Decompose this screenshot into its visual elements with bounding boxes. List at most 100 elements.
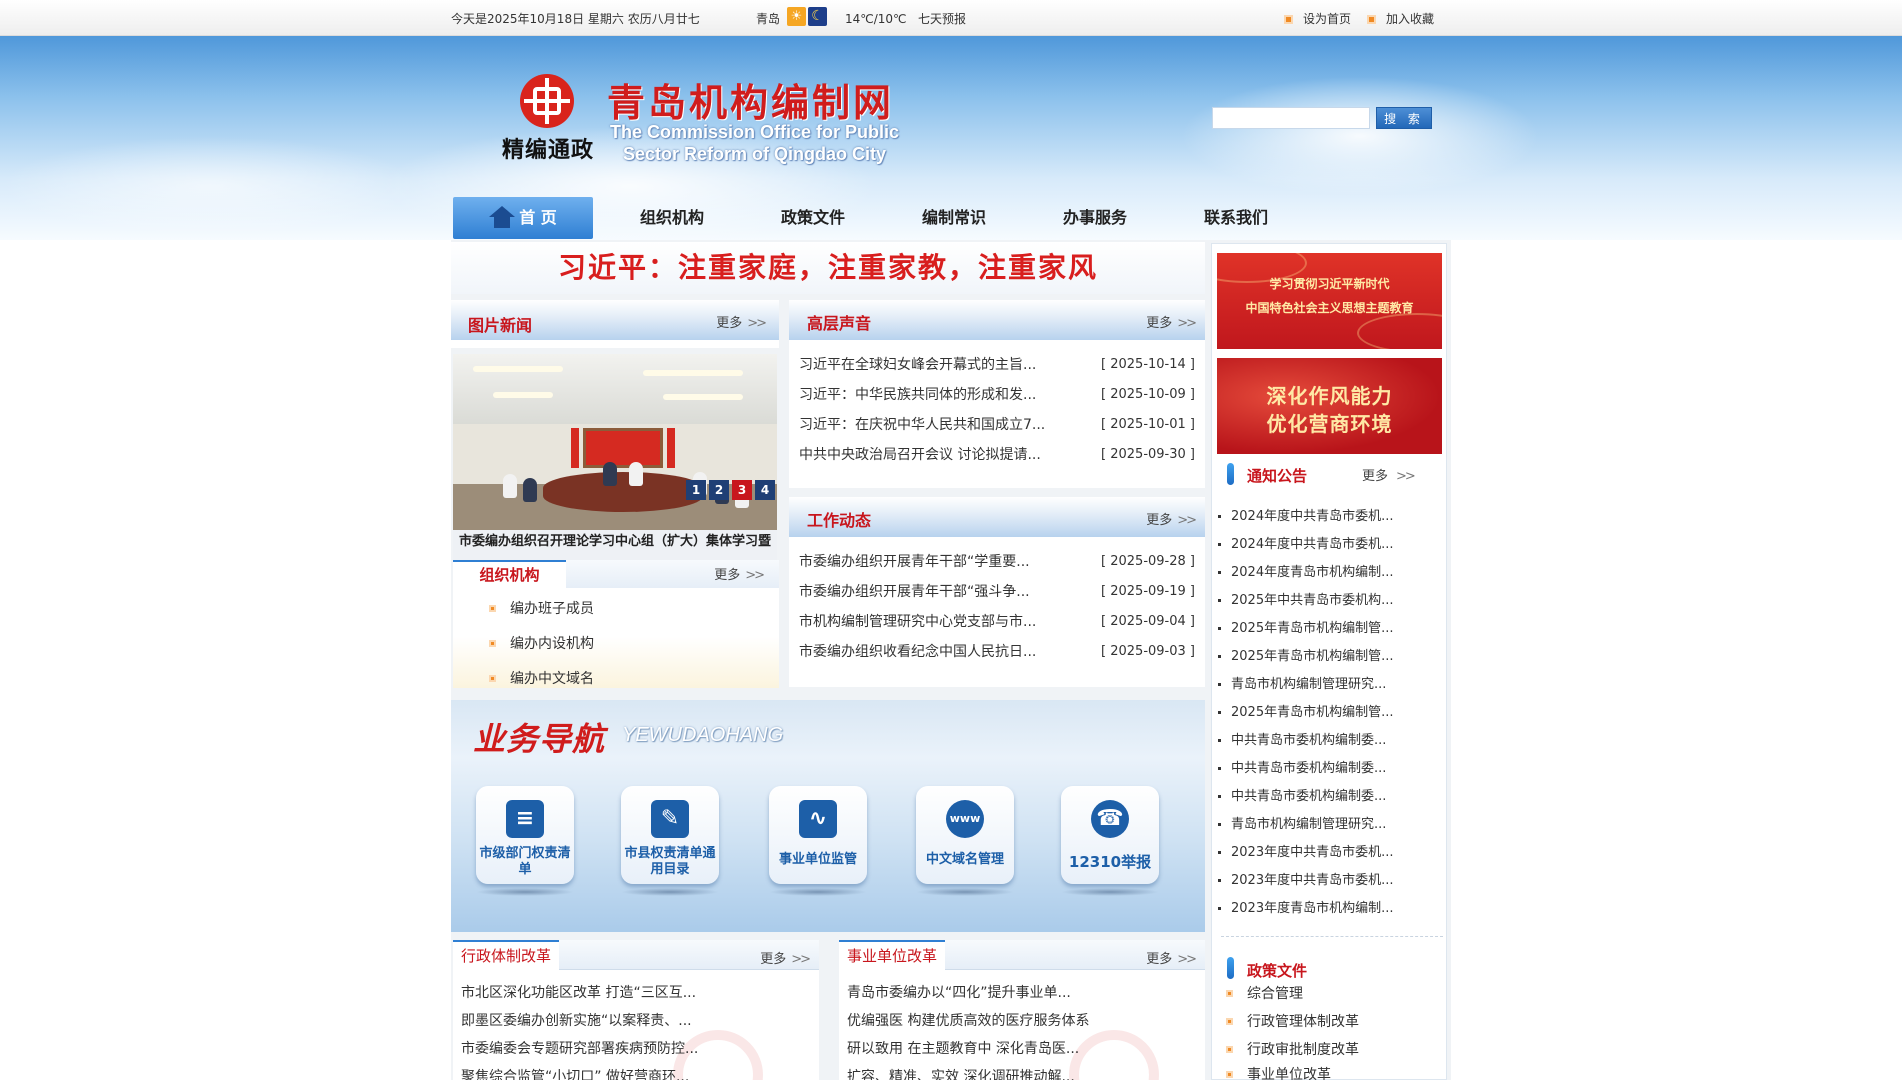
list-item[interactable]: 即墨区委编办创新实施“以案释责、...	[461, 1010, 692, 1030]
notice-item[interactable]: 中共青岛市委机构编制委...	[1218, 757, 1386, 776]
add-favorite-link[interactable]: 加入收藏	[1367, 10, 1434, 27]
biz-card-public-institution-supervision[interactable]: ∿ 事业单位监管	[769, 786, 867, 884]
notice-item[interactable]: 2023年度青岛市机构编制...	[1218, 897, 1393, 916]
notice-item-label: 2025年青岛市机构编制管...	[1231, 621, 1394, 636]
admin-reform-more-link[interactable]: 更多 >>	[760, 948, 811, 967]
high-level-more-link[interactable]: 更多 >>	[1146, 312, 1197, 331]
notice-item[interactable]: 2025年青岛市机构编制管...	[1218, 617, 1393, 636]
biz-card-municipal-responsibility-list[interactable]: ≡ 市级部门权责清单	[476, 786, 574, 884]
notice-item[interactable]: 2023年度中共青岛市委机...	[1218, 869, 1393, 888]
list-item[interactable]: 优编强医 构建优质高效的医疗服务体系	[847, 1010, 1089, 1030]
bullet-icon	[1218, 823, 1221, 826]
news-photo[interactable]	[453, 354, 777, 530]
bullet-icon	[1226, 1018, 1233, 1025]
policy-item[interactable]: 综合管理	[1226, 983, 1303, 1003]
notice-item[interactable]: 2024年度青岛市机构编制...	[1218, 561, 1393, 580]
organization-tab[interactable]: 组织机构	[453, 560, 566, 588]
notice-item-label: 2025年青岛市机构编制管...	[1231, 649, 1394, 664]
list-item[interactable]: 聚焦综合监管“小切口” 做好营商环...	[461, 1066, 689, 1080]
org-item[interactable]: 编办中文域名	[489, 668, 594, 688]
news-item[interactable]: 中共中央政治局召开会议 讨论拟提请... [ 2025-09-30 ]	[799, 440, 1195, 470]
moon-icon: ☾	[808, 7, 827, 26]
notice-item[interactable]: 中共青岛市委机构编制委...	[1218, 785, 1386, 804]
promo-banner-business-environment[interactable]: 深化作风能力 优化营商环境	[1217, 358, 1442, 454]
notice-item[interactable]: 2025年中共青岛市委机构...	[1218, 589, 1393, 608]
promo-banner-theme-education[interactable]: 学习贯彻习近平新时代 中国特色社会主义思想主题教育	[1217, 253, 1442, 349]
unit-reform-tab[interactable]: 事业单位改革	[839, 940, 946, 970]
list-item[interactable]: 研以致用 在主题教育中 深化青岛医...	[847, 1038, 1079, 1058]
nav-home[interactable]: 首 页	[453, 197, 593, 239]
admin-reform-section: 行政体制改革 更多 >> 市北区深化功能区改革 打造“三区互... 即墨区委编办创…	[453, 940, 819, 1080]
news-item[interactable]: 市委编办组织开展青年干部“学重要... [ 2025-09-28 ]	[799, 547, 1195, 577]
search-input[interactable]	[1212, 107, 1370, 129]
high-level-voice-section: 高层声音 更多 >> 习近平在全球妇女峰会开幕式的主旨... [ 2025-10-1…	[789, 300, 1205, 488]
news-item[interactable]: 习近平在全球妇女峰会开幕式的主旨... [ 2025-10-14 ]	[799, 350, 1195, 380]
biz-card-label: 事业单位监管	[778, 852, 857, 867]
org-item[interactable]: 编办班子成员	[489, 598, 594, 618]
photo-page-2[interactable]: 2	[709, 480, 729, 500]
news-date: [ 2025-09-03 ]	[1101, 644, 1195, 659]
news-item[interactable]: 市委编办组织收看纪念中国人民抗日... [ 2025-09-03 ]	[799, 637, 1195, 667]
policy-item[interactable]: 行政审批制度改革	[1226, 1039, 1359, 1059]
site-title[interactable]: 青岛机构编制网	[607, 72, 894, 127]
notice-item[interactable]: 2025年青岛市机构编制管...	[1218, 701, 1393, 720]
news-item[interactable]: 市委编办组织开展青年干部“强斗争... [ 2025-09-19 ]	[799, 577, 1195, 607]
nav-policy-documents[interactable]: 政策文件	[763, 197, 863, 239]
nav-home-label: 首 页	[519, 208, 557, 227]
photo-page-4[interactable]: 4	[755, 480, 775, 500]
work-news-more-link[interactable]: 更多 >>	[1146, 509, 1197, 528]
notice-item[interactable]: 2024年度中共青岛市委机...	[1218, 505, 1393, 524]
unit-reform-more-link[interactable]: 更多 >>	[1146, 948, 1197, 967]
nav-staffing-knowledge[interactable]: 编制常识	[904, 197, 1004, 239]
set-home-link[interactable]: 设为首页	[1284, 10, 1351, 27]
biz-card-chinese-domain-management[interactable]: www 中文域名管理	[916, 786, 1014, 884]
more-label: 更多	[714, 568, 741, 583]
news-date: [ 2025-10-14 ]	[1101, 357, 1195, 372]
policy-item[interactable]: 行政管理体制改革	[1226, 1011, 1359, 1031]
news-item[interactable]: 市机构编制管理研究中心党支部与市... [ 2025-09-04 ]	[799, 607, 1195, 637]
slogan-banner[interactable]: 习近平：注重家庭，注重家教，注重家风	[451, 242, 1205, 294]
biz-card-general-catalog[interactable]: ✎ 市县权责清单通用目录	[621, 786, 719, 884]
notice-more-link[interactable]: 更多 >>	[1362, 465, 1416, 484]
promo-line: 中国特色社会主义思想主题教育	[1245, 301, 1414, 315]
biz-card-label: 12310举报	[1068, 853, 1152, 871]
bullet-icon	[1218, 767, 1221, 770]
double-chevron-right-icon: >>	[1177, 513, 1197, 528]
list-item[interactable]: 市北区深化功能区改革 打造“三区互...	[461, 982, 696, 1002]
bullet-icon	[1218, 655, 1221, 658]
news-date: [ 2025-09-30 ]	[1101, 447, 1195, 462]
logo-emblem-icon[interactable]	[520, 74, 574, 128]
section-marker-icon	[1227, 957, 1234, 979]
policy-item[interactable]: 事业单位改革	[1226, 1064, 1331, 1080]
list-item[interactable]: 扩容、精准、实效 深化调研推动解...	[847, 1066, 1075, 1080]
news-title: 中共中央政治局召开会议 讨论拟提请...	[799, 447, 1041, 463]
list-item[interactable]: 市委编委会专题研究部署疾病预防控...	[461, 1038, 698, 1058]
admin-reform-tab[interactable]: 行政体制改革	[453, 940, 560, 970]
photo-page-3[interactable]: 3	[732, 480, 752, 500]
notice-item[interactable]: 中共青岛市委机构编制委...	[1218, 729, 1386, 748]
photo-caption[interactable]: 市委编办组织召开理论学习中心组（扩大）集体学习暨	[453, 530, 777, 560]
search-button[interactable]: 搜 索	[1376, 107, 1432, 129]
news-item[interactable]: 习近平：中华民族共同体的形成和发... [ 2025-10-09 ]	[799, 380, 1195, 410]
notice-item[interactable]: 2023年度中共青岛市委机...	[1218, 841, 1393, 860]
news-item[interactable]: 习近平：在庆祝中华人民共和国成立7... [ 2025-10-01 ]	[799, 410, 1195, 440]
nav-contact[interactable]: 联系我们	[1186, 197, 1286, 239]
biz-card-12310-report[interactable]: ☎ 12310举报	[1061, 786, 1159, 884]
forecast-link[interactable]: 七天预报	[918, 12, 966, 26]
notice-item[interactable]: 青岛市机构编制管理研究...	[1218, 673, 1386, 692]
nav-services[interactable]: 办事服务	[1045, 197, 1145, 239]
list-item[interactable]: 青岛市委编办以“四化”提升事业单...	[847, 982, 1071, 1002]
card-shadow	[1061, 888, 1159, 896]
org-item-label: 编办内设机构	[510, 636, 594, 652]
set-home-label: 设为首页	[1303, 12, 1352, 26]
promo-line: 优化营商环境	[1266, 412, 1393, 436]
photo-page-1[interactable]: 1	[686, 480, 706, 500]
organization-section: 组织机构 更多 >> 编办班子成员 编办内设机构 编办中文域名	[453, 560, 779, 688]
org-item[interactable]: 编办内设机构	[489, 633, 594, 653]
photo-news-more-link[interactable]: 更多 >>	[716, 312, 767, 331]
organization-more-link[interactable]: 更多 >>	[714, 564, 765, 583]
nav-organization[interactable]: 组织机构	[622, 197, 722, 239]
notice-item[interactable]: 2024年度中共青岛市委机...	[1218, 533, 1393, 552]
notice-item[interactable]: 青岛市机构编制管理研究...	[1218, 813, 1386, 832]
notice-item[interactable]: 2025年青岛市机构编制管...	[1218, 645, 1393, 664]
